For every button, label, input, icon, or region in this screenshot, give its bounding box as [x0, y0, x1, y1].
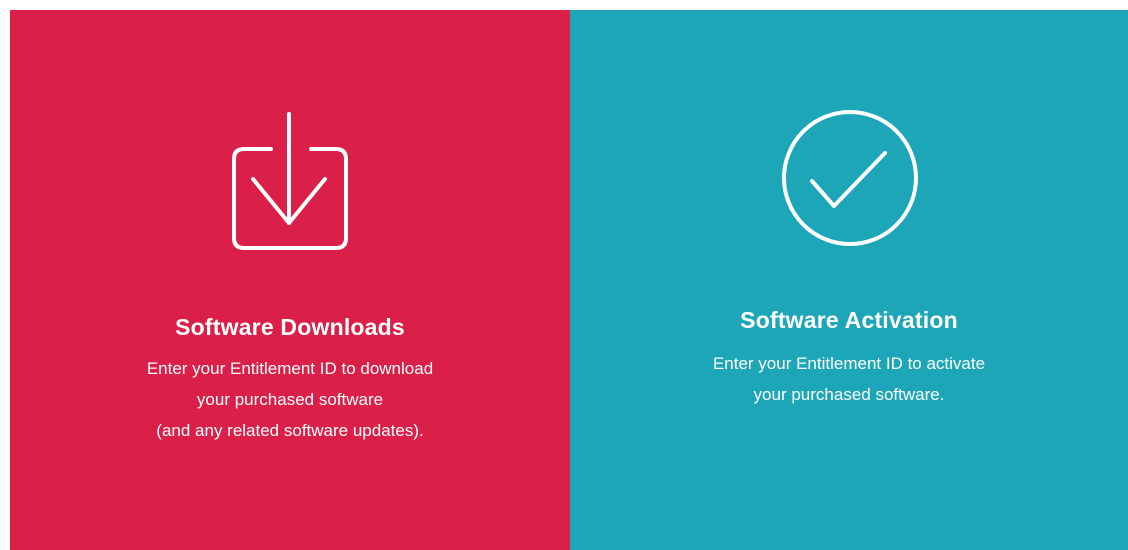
description-line: Enter your Entitlement ID to download — [146, 359, 434, 378]
card-description: Enter your Entitlement ID to download yo… — [10, 353, 570, 446]
description-line: your purchased software — [196, 390, 384, 409]
description-line: (and any related software updates). — [156, 421, 424, 440]
card-title: Software Activation — [740, 307, 958, 333]
description-line: Enter your Entitlement ID to activate — [712, 354, 986, 373]
description-line: your purchased software. — [753, 385, 945, 404]
service-cards: Software Downloads Enter your Entitlemen… — [10, 10, 1128, 550]
software-activation-card[interactable]: Software Activation Enter your Entitleme… — [570, 10, 1128, 550]
download-icon — [232, 112, 348, 250]
checkmark-circle-icon — [782, 110, 918, 246]
card-title: Software Downloads — [175, 314, 405, 340]
card-description: Enter your Entitlement ID to activate yo… — [570, 348, 1128, 410]
software-downloads-card[interactable]: Software Downloads Enter your Entitlemen… — [10, 10, 570, 550]
